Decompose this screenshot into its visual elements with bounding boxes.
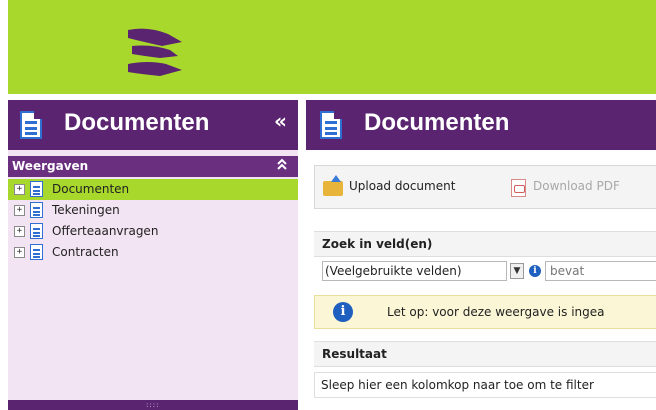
left-panel-header: Documenten « [8,100,298,150]
upload-folder-icon [323,175,343,196]
collapse-panel-button[interactable]: « [274,109,287,133]
view-item-offerteaanvragen[interactable]: + Offerteaanvragen [8,221,298,242]
search-filter-row: (Veelgebruikte velden) ▼ i [314,261,656,283]
document-icon [30,223,43,239]
left-panel-title: Documenten [64,109,210,136]
operator-input[interactable] [545,261,656,281]
chevron-up-double-icon[interactable] [276,157,288,175]
view-item-label: Documenten [52,182,130,196]
field-select-value: (Veelgebruikte velden) [325,264,462,278]
document-icon [20,111,42,139]
document-icon [30,181,43,197]
notice-text: Let op: voor deze weergave is ingea [387,305,605,319]
view-item-documenten[interactable]: + Documenten [8,179,298,200]
field-select-dropdown-button[interactable]: ▼ [510,263,524,279]
main-panel-title: Documenten [364,109,510,136]
info-icon[interactable]: i [529,265,541,277]
field-select[interactable]: (Veelgebruikte velden) [322,261,507,281]
group-by-hint: Sleep hier een kolomkop naar toe om te f… [321,378,594,392]
app-header [8,0,656,94]
notice-banner: i Let op: voor deze weergave is ingea [314,295,656,329]
pdf-icon [511,179,526,197]
expand-icon[interactable]: + [14,184,25,195]
document-icon [320,111,342,139]
toolbar: Upload document Download PDF [314,165,656,209]
group-by-drop-zone[interactable]: Sleep hier een kolomkop naar toe om te f… [314,372,656,398]
expand-icon[interactable]: + [14,247,25,258]
expand-icon[interactable]: + [14,226,25,237]
main-panel: Documenten Upload document Download PDF … [306,100,656,410]
view-item-contracten[interactable]: + Contracten [8,242,298,263]
view-item-tekeningen[interactable]: + Tekeningen [8,200,298,221]
resize-handle[interactable]: :::: [8,400,298,410]
expand-icon[interactable]: + [14,205,25,216]
view-item-label: Offerteaanvragen [52,224,159,238]
search-section-title: Zoek in veld(en) [322,237,433,251]
search-section-header: Zoek in veld(en) [314,231,656,257]
document-icon [30,202,43,218]
main-panel-header: Documenten [306,100,656,150]
view-item-label: Tekeningen [52,203,120,217]
download-pdf-label: Download PDF [533,179,620,193]
result-section-title: Resultaat [322,347,387,361]
document-icon [30,244,43,260]
view-item-label: Contracten [52,245,119,259]
left-panel: Documenten « Weergaven + Documenten + Te… [8,100,298,410]
grip-icon: :::: [146,401,160,409]
views-section-header[interactable]: Weergaven [8,156,298,177]
upload-document-label: Upload document [349,179,456,193]
views-section-title: Weergaven [12,159,89,173]
app-logo-icon [128,28,182,76]
result-section-header: Resultaat [314,341,656,367]
info-icon: i [333,302,353,322]
